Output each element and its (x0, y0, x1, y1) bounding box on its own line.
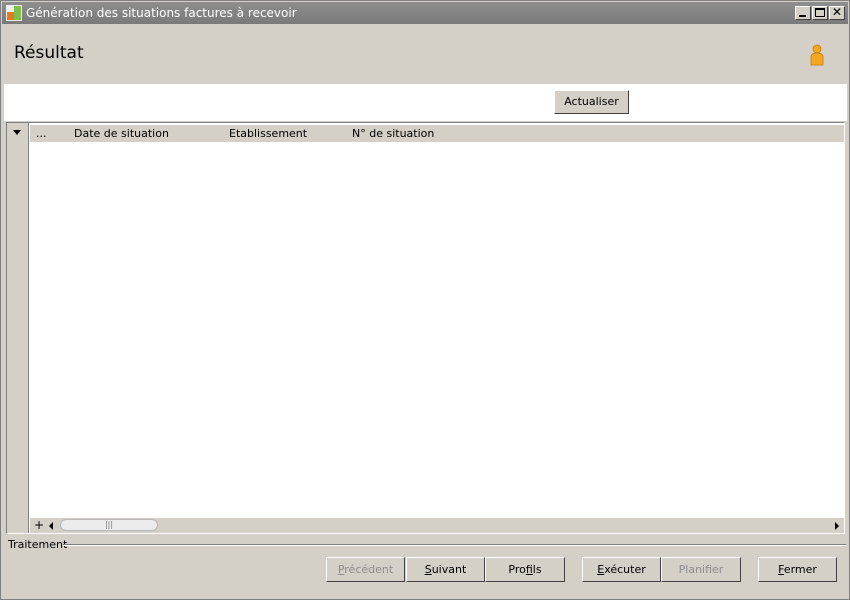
title-bar[interactable]: Génération des situations factures à rec… (2, 2, 848, 24)
section-divider (63, 544, 846, 546)
maximize-icon (815, 8, 825, 17)
refresh-button[interactable]: Actualiser (554, 90, 629, 114)
execute-label: xécuter (604, 563, 646, 576)
previous-label: récédent (344, 563, 394, 576)
close-label: ermer (783, 563, 817, 576)
close-button[interactable]: Fermer (758, 557, 837, 582)
toolbar: Actualiser (4, 84, 847, 121)
next-mnemonic: S (424, 563, 432, 576)
header: Résultat (2, 24, 848, 83)
column-header-more[interactable]: ... (36, 127, 47, 140)
next-button[interactable]: Suivant (406, 557, 485, 582)
chevron-down-icon[interactable] (13, 130, 21, 135)
app-icon (6, 5, 22, 21)
scroll-left-button[interactable] (46, 519, 59, 532)
minimize-icon (799, 15, 806, 17)
add-row-button[interactable]: + (34, 518, 44, 532)
grid-header: ... Date de situation Etablissement N° d… (30, 125, 844, 142)
profiles-label-pre: Pro (508, 563, 526, 576)
grid-footer: + ||| (30, 518, 844, 533)
next-label: uivant (431, 563, 467, 576)
plan-label: Planifier (678, 563, 724, 576)
horizontal-scrollbar-thumb[interactable]: ||| (60, 519, 158, 531)
scroll-right-button[interactable] (830, 519, 843, 532)
result-grid[interactable]: ... Date de situation Etablissement N° d… (6, 122, 845, 534)
close-window-button[interactable]: ✕ (829, 5, 845, 20)
column-header-establishment[interactable]: Etablissement (229, 127, 307, 140)
column-header-date[interactable]: Date de situation (74, 127, 169, 140)
profiles-button[interactable]: Profils (485, 557, 565, 582)
user-icon[interactable] (808, 44, 826, 66)
profiles-label: ils (532, 563, 542, 576)
plan-button[interactable]: Planifier (661, 557, 741, 582)
section-label: Traitement (8, 538, 71, 551)
main-window: Génération des situations factures à rec… (0, 0, 850, 600)
close-icon: ✕ (831, 5, 843, 19)
row-selector-column (7, 123, 29, 533)
maximize-button[interactable] (812, 6, 828, 20)
column-header-situation-number[interactable]: N° de situation (352, 127, 434, 140)
window-title: Génération des situations factures à rec… (26, 6, 297, 20)
previous-button[interactable]: Précédent (326, 557, 405, 582)
execute-button[interactable]: Exécuter (582, 557, 661, 582)
profiles-mnemonic: f (525, 563, 533, 576)
page-title: Résultat (14, 43, 84, 63)
minimize-button[interactable] (795, 6, 811, 20)
